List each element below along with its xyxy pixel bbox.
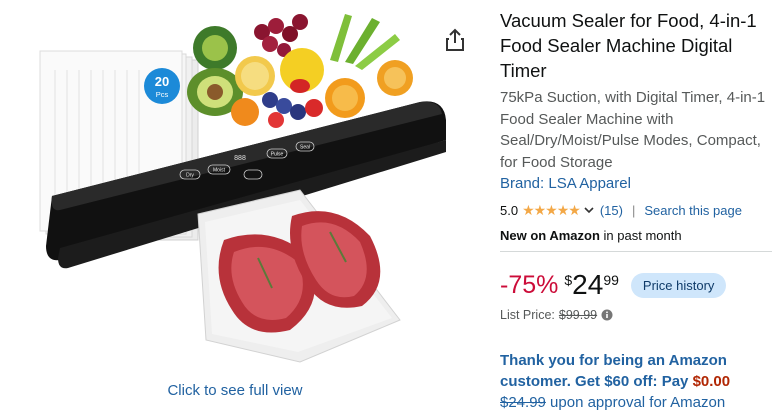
price-history-button[interactable]: Price history xyxy=(630,272,727,298)
chevron-down-icon[interactable] xyxy=(583,204,595,216)
machine-timer-display: 888 xyxy=(234,155,246,162)
product-subtitle: 75kPa Suction, with Digital Timer, 4-in-… xyxy=(500,89,766,171)
product-info: Vacuum Sealer for Food, 4-in-1 Food Seal… xyxy=(500,8,775,413)
list-price-value: $99.99 xyxy=(558,308,598,322)
machine-button-seal: Seal xyxy=(300,145,310,151)
bag-count-text: 20 xyxy=(155,74,169,89)
current-price: $ 24 99 xyxy=(564,270,619,300)
machine-button-dry: Dry xyxy=(186,173,194,179)
see-full-view-link[interactable]: Click to see full view xyxy=(0,382,470,399)
bag-unit-text: Pcs xyxy=(156,90,169,99)
badge-rest-text: in past month xyxy=(599,228,682,243)
rating-value: 5.0 xyxy=(500,202,519,218)
promo-suffix: upon approval for Amazon xyxy=(545,394,726,411)
price-row: -75% $ 24 99 Price history xyxy=(500,268,775,302)
share-icon[interactable] xyxy=(441,26,469,54)
search-this-page-link[interactable]: Search this page xyxy=(644,203,742,218)
info-icon[interactable] xyxy=(601,309,613,321)
product-image-panel[interactable]: 20 Pcs Dry Moist Pulse Seal 888 Click to… xyxy=(0,0,470,412)
divider xyxy=(500,251,772,252)
rating-count-link[interactable]: (15) xyxy=(600,203,623,218)
brand-link[interactable]: Brand: LSA Apparel xyxy=(500,175,775,192)
promo-offer-link[interactable]: Thank you for being an Amazon customer. … xyxy=(500,350,775,413)
bag-count-badge: 20 Pcs xyxy=(144,68,180,104)
promo-old-price: $24.99 xyxy=(500,394,546,411)
machine-button-moist: Moist xyxy=(213,168,226,174)
fruits-vegetables xyxy=(187,14,413,128)
machine-button-pulse: Pulse xyxy=(271,152,284,158)
new-on-amazon-badge: New on Amazon in past month xyxy=(500,228,775,243)
price-fraction: 99 xyxy=(603,272,619,288)
star-rating-icon[interactable]: ★★★★★ xyxy=(522,202,581,219)
rating-row: 5.0 ★★★★★ (15) | Search this page xyxy=(500,200,775,220)
product-title: Vacuum Sealer for Food, 4-in-1 Food Seal… xyxy=(500,10,757,81)
promo-pay-amount: $0.00 xyxy=(692,373,731,390)
list-price-label: List Price: xyxy=(500,308,555,322)
price-currency: $ xyxy=(564,272,573,288)
sealed-meat-bag xyxy=(197,189,401,363)
product-image[interactable]: 20 Pcs Dry Moist Pulse Seal 888 xyxy=(0,0,470,380)
rating-separator: | xyxy=(631,202,636,218)
badge-bold-text: New on Amazon xyxy=(500,228,600,243)
list-price-row: List Price: $99.99 xyxy=(500,308,775,322)
price-whole: 24 xyxy=(572,269,604,300)
discount-percent: -75% xyxy=(500,270,559,299)
